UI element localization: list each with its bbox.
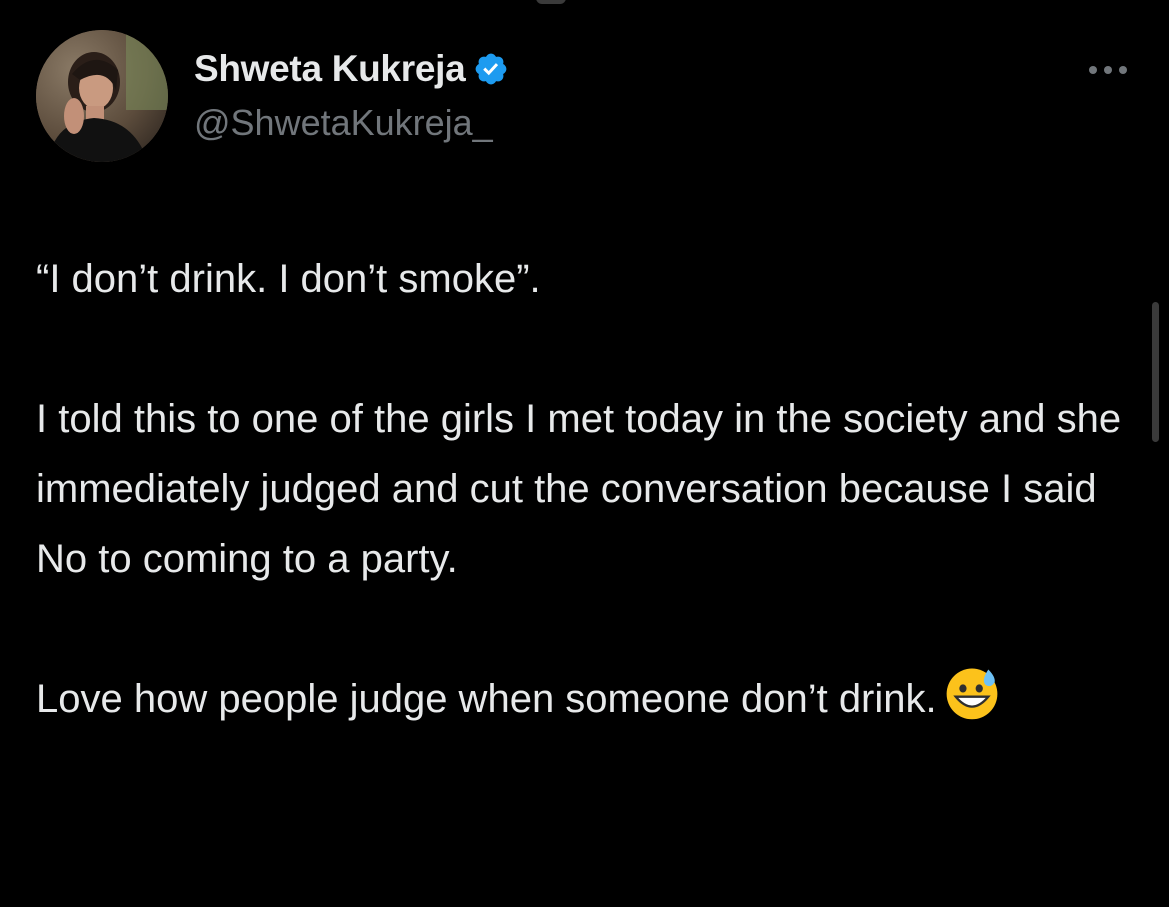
tweet-paragraph: “I don’t drink. I don’t smoke”. xyxy=(36,257,541,301)
more-horizontal-icon xyxy=(1089,66,1127,74)
more-options-button[interactable] xyxy=(1080,56,1136,84)
verified-badge-icon xyxy=(475,53,507,85)
avatar[interactable] xyxy=(36,30,168,162)
grinning-face-with-sweat-icon xyxy=(946,668,997,720)
tweet-text: “I don’t drink. I don’t smoke”. I told t… xyxy=(36,244,1136,734)
tweet-paragraph-last: Love how people judge when someone don’t… xyxy=(36,664,1136,734)
author-display-name[interactable]: Shweta Kukreja xyxy=(194,48,466,90)
author-handle[interactable]: @ShwetaKukreja_ xyxy=(194,102,493,144)
scroll-indicator xyxy=(536,0,566,4)
tweet-paragraph-text: Love how people judge when someone don’t… xyxy=(36,677,937,721)
scrollbar[interactable] xyxy=(1152,302,1159,442)
author-name-row[interactable]: Shweta Kukreja xyxy=(194,46,509,92)
profile-photo-icon xyxy=(36,30,168,162)
tweet-card: Shweta Kukreja @ShwetaKukreja_ “I don’t … xyxy=(0,0,1169,907)
tweet-paragraph: I told this to one of the girls I met to… xyxy=(36,397,1122,581)
